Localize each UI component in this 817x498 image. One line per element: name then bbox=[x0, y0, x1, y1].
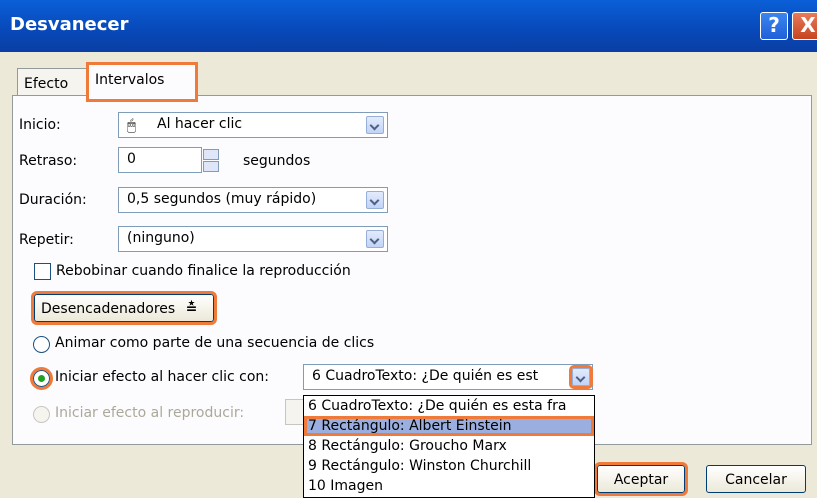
inicio-label: Inicio: bbox=[19, 117, 61, 133]
duracion-select[interactable]: 0,5 segundos (muy rápido) bbox=[118, 187, 388, 213]
tab-efecto[interactable]: Efecto bbox=[17, 68, 95, 96]
inicio-select[interactable]: 🖱 Al hacer clic bbox=[118, 112, 388, 138]
triggers-label: Desencadenadores bbox=[41, 301, 176, 317]
chevron-down-icon[interactable] bbox=[569, 365, 593, 389]
reproducir-select bbox=[285, 399, 305, 425]
chevron-down-icon[interactable] bbox=[366, 191, 384, 209]
radio-clic-label: Iniciar efecto al hacer clic con: bbox=[55, 369, 269, 385]
dropdown-option[interactable]: 6 CuadroTexto: ¿De quién es esta fra bbox=[304, 396, 594, 416]
ok-button[interactable]: Aceptar bbox=[594, 462, 688, 496]
collapse-icon: ≛ bbox=[185, 301, 198, 317]
retraso-label: Retraso: bbox=[19, 153, 78, 169]
retraso-spinner[interactable] bbox=[203, 149, 219, 172]
title-bar: Desvanecer ? X bbox=[0, 0, 817, 52]
radio-clic[interactable] bbox=[30, 367, 53, 390]
dropdown-option-selected[interactable]: 7 Rectángulo: Albert Einstein bbox=[304, 416, 594, 436]
repetir-label: Repetir: bbox=[19, 232, 74, 248]
tab-intervalos[interactable]: Intervalos bbox=[86, 62, 198, 102]
dropdown-option[interactable]: 9 Rectángulo: Winston Churchill bbox=[304, 456, 594, 476]
radio-secuencia-label: Animar como parte de una secuencia de cl… bbox=[55, 335, 375, 351]
trigger-object-dropdown-list[interactable]: 6 CuadroTexto: ¿De quién es esta fra 7 R… bbox=[303, 395, 595, 498]
inicio-value: Al hacer clic bbox=[157, 116, 243, 132]
cancel-button[interactable]: Cancelar bbox=[706, 465, 806, 493]
retraso-input[interactable]: 0 bbox=[118, 147, 202, 173]
dropdown-option[interactable]: 8 Rectángulo: Groucho Marx bbox=[304, 436, 594, 456]
radio-secuencia[interactable] bbox=[33, 336, 50, 353]
radio-reproducir[interactable] bbox=[33, 406, 50, 423]
trigger-object-value: 6 CuadroTexto: ¿De quién es est bbox=[312, 368, 539, 384]
chevron-down-icon[interactable] bbox=[366, 116, 384, 134]
rebobinar-checkbox[interactable] bbox=[34, 263, 51, 280]
dropdown-option[interactable]: 10 Imagen bbox=[304, 476, 594, 496]
retraso-unit: segundos bbox=[243, 153, 311, 169]
radio-reproducir-label: Iniciar efecto al reproducir: bbox=[55, 405, 245, 421]
retraso-value: 0 bbox=[127, 151, 136, 167]
chevron-down-icon[interactable] bbox=[366, 230, 384, 248]
window-title: Desvanecer bbox=[10, 14, 129, 35]
triggers-button[interactable]: Desencadenadores ≛ bbox=[31, 291, 217, 325]
duracion-value: 0,5 segundos (muy rápido) bbox=[127, 191, 317, 207]
duracion-label: Duración: bbox=[19, 192, 87, 208]
repetir-select[interactable]: (ninguno) bbox=[118, 226, 388, 252]
repetir-value: (ninguno) bbox=[127, 230, 195, 246]
rebobinar-label: Rebobinar cuando finalice la reproducció… bbox=[56, 263, 351, 279]
help-button[interactable]: ? bbox=[760, 12, 788, 40]
close-button[interactable]: X bbox=[792, 12, 817, 40]
trigger-object-select[interactable]: 6 CuadroTexto: ¿De quién es est bbox=[303, 364, 593, 390]
mouse-click-icon: 🖱 bbox=[127, 116, 137, 134]
